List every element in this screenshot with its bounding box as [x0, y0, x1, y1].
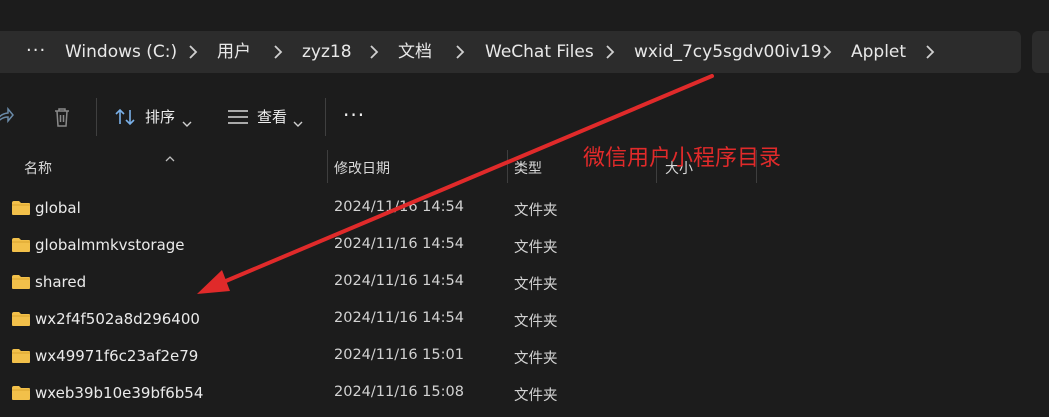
- breadcrumb-item-users[interactable]: 用户: [217, 31, 251, 73]
- file-type: 文件夹: [514, 388, 558, 404]
- file-name: shared: [35, 273, 87, 291]
- breadcrumb-item-wxid[interactable]: wxid_7cy5sgdv00iv19: [634, 31, 822, 73]
- toolbar-divider: [96, 98, 97, 136]
- sort-icon[interactable]: [115, 108, 137, 130]
- file-type: 文件夹: [514, 240, 558, 256]
- view-icon[interactable]: [227, 109, 249, 129]
- more-options-button[interactable]: ···: [343, 102, 365, 128]
- column-modified[interactable]: 修改日期: [334, 158, 390, 178]
- chevron-right-icon[interactable]: [925, 31, 935, 73]
- breadcrumb-overflow-button[interactable]: ···: [26, 31, 46, 73]
- file-type: 文件夹: [514, 351, 558, 367]
- folder-icon: [11, 348, 31, 368]
- chevron-down-icon[interactable]: [182, 113, 192, 132]
- file-name: wx49971f6c23af2e79: [35, 347, 199, 365]
- column-divider[interactable]: [507, 150, 508, 183]
- file-type: 文件夹: [514, 277, 558, 293]
- file-modified: 2024/11/16 15:08: [334, 384, 464, 400]
- breadcrumb-item-documents[interactable]: 文档: [398, 31, 432, 73]
- sort-button[interactable]: 排序: [145, 104, 175, 130]
- chevron-right-icon[interactable]: [605, 31, 615, 73]
- breadcrumb-item-wechat-files[interactable]: WeChat Files: [485, 31, 594, 73]
- search-box[interactable]: [1032, 31, 1049, 73]
- share-icon[interactable]: [0, 106, 14, 132]
- file-modified: 2024/11/16 14:54: [334, 236, 464, 252]
- breadcrumb-item-drive[interactable]: Windows (C:): [65, 31, 177, 73]
- table-row[interactable]: global 2024/11/16 14:54 文件夹: [0, 190, 1049, 227]
- file-name: globalmmkvstorage: [35, 236, 185, 254]
- file-modified: 2024/11/16 14:54: [334, 199, 464, 215]
- annotation-label: 微信用户小程序目录: [583, 146, 782, 171]
- file-modified: 2024/11/16 14:54: [334, 310, 464, 326]
- title-bar: [0, 0, 1049, 22]
- chevron-right-icon[interactable]: [273, 31, 283, 73]
- delete-icon[interactable]: [52, 106, 72, 132]
- file-modified: 2024/11/16 15:01: [334, 347, 464, 363]
- table-row[interactable]: globalmmkvstorage 2024/11/16 14:54 文件夹: [0, 227, 1049, 264]
- chevron-right-icon[interactable]: [455, 31, 465, 73]
- table-row[interactable]: wxeb39b10e39bf6b54 2024/11/16 15:08 文件夹: [0, 375, 1049, 412]
- breadcrumb-item-applet[interactable]: Applet: [851, 31, 906, 73]
- folder-icon: [11, 311, 31, 331]
- file-type: 文件夹: [514, 203, 558, 219]
- file-type: 文件夹: [514, 314, 558, 330]
- file-name: wx2f4f502a8d296400: [35, 310, 200, 328]
- file-name: global: [35, 199, 81, 217]
- table-row[interactable]: wx49971f6c23af2e79 2024/11/16 15:01 文件夹: [0, 338, 1049, 375]
- file-name: wxeb39b10e39bf6b54: [35, 384, 204, 402]
- column-type[interactable]: 类型: [514, 158, 542, 178]
- view-button[interactable]: 查看: [257, 104, 287, 130]
- chevron-right-icon[interactable]: [822, 31, 832, 73]
- folder-icon: [11, 385, 31, 405]
- chevron-right-icon[interactable]: [188, 31, 198, 73]
- chevron-down-icon[interactable]: [293, 113, 303, 132]
- breadcrumb-item-user[interactable]: zyz18: [302, 31, 352, 73]
- folder-icon: [11, 237, 31, 257]
- table-row[interactable]: shared 2024/11/16 14:54 文件夹: [0, 264, 1049, 301]
- column-name[interactable]: 名称: [24, 158, 52, 178]
- chevron-right-icon[interactable]: [369, 31, 379, 73]
- folder-icon: [11, 200, 31, 220]
- table-row[interactable]: wx2f4f502a8d296400 2024/11/16 14:54 文件夹: [0, 301, 1049, 338]
- file-modified: 2024/11/16 14:54: [334, 273, 464, 289]
- column-divider[interactable]: [327, 150, 328, 183]
- sort-ascending-icon: [164, 148, 176, 167]
- folder-icon: [11, 274, 31, 294]
- toolbar-divider: [325, 98, 326, 136]
